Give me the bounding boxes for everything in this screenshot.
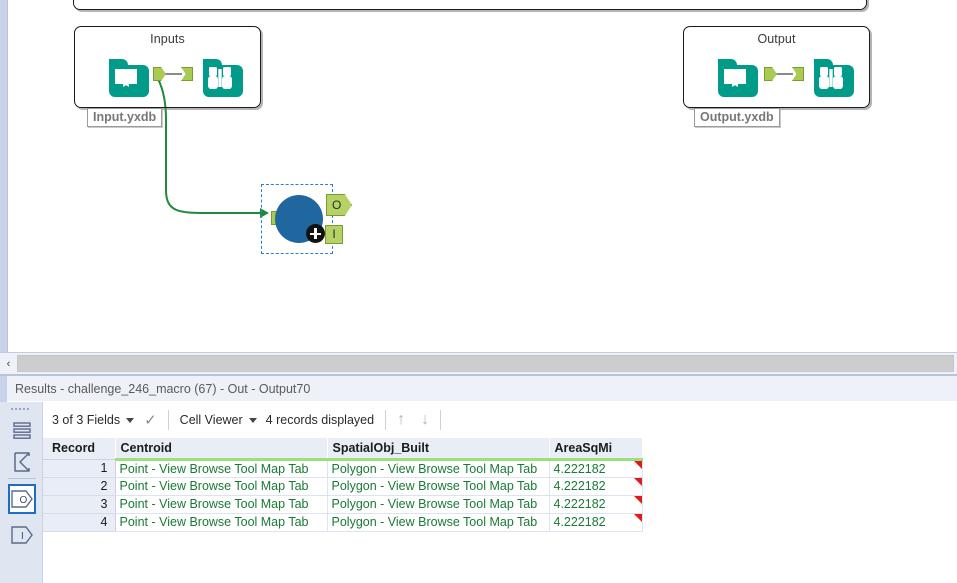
column-header-record[interactable]: Record [43, 438, 116, 460]
macro-plus-badge-icon [306, 224, 325, 243]
cell-record: 2 [43, 477, 116, 496]
results-table: Record Centroid SpatialObj_Built AreaSqM… [43, 438, 643, 532]
rows-icon [13, 422, 31, 439]
results-pane: Results - challenge_246_macro (67) - Out… [0, 374, 957, 583]
svg-text:I: I [21, 531, 24, 542]
input-anchor-icon: I [11, 526, 33, 544]
tool-container-inputs[interactable]: Inputs [74, 26, 261, 108]
cell-flag-icon [633, 460, 641, 469]
results-side-strip: O I [0, 402, 43, 583]
sidebar-item-input-anchor[interactable]: I [8, 520, 36, 550]
table-row[interactable]: 2 Point - View Browse Tool Map Tab Polyg… [43, 477, 643, 496]
sidebar-item-messages[interactable] [8, 447, 36, 477]
cell-record: 4 [43, 513, 116, 532]
output-anchor-icon: O [11, 490, 33, 508]
cell-record: 3 [43, 495, 116, 514]
inputs-internal-connector-line [166, 73, 182, 75]
cell-flag-icon [633, 513, 641, 522]
strip-divider [8, 478, 36, 479]
table-header-row: Record Centroid SpatialObj_Built AreaSqM… [43, 438, 643, 461]
canvas-left-rail [0, 0, 8, 352]
cell-viewer-selector[interactable]: Cell Viewer [180, 413, 257, 427]
cell-centroid[interactable]: Point - View Browse Tool Map Tab [115, 477, 328, 496]
cell-areasqmi[interactable]: 4.222182 [549, 477, 643, 496]
cell-viewer-label: Cell Viewer [179, 413, 243, 427]
macro-output-anchor-o[interactable]: O [326, 194, 352, 216]
output-tool-output-anchor[interactable] [764, 67, 777, 81]
column-header-spatialobj[interactable]: SpatialObj_Built [327, 438, 550, 461]
cell-spatialobj[interactable]: Polygon - View Browse Tool Map Tab [327, 459, 550, 478]
macro-output-anchor-i[interactable]: I [325, 225, 343, 244]
workflow-canvas[interactable]: Inputs Input.yxdb Output Output.yxdb O I [11, 0, 957, 352]
output-data-book-icon[interactable] [712, 51, 758, 97]
browse-binoculars-icon[interactable] [197, 51, 243, 97]
results-titlebar-accent [0, 375, 7, 402]
fields-selector-label: 3 of 3 Fields [52, 413, 121, 427]
scroll-left-icon[interactable]: ‹ [0, 352, 17, 375]
table-row[interactable]: 3 Point - View Browse Tool Map Tab Polyg… [43, 495, 643, 514]
records-displayed-label: 4 records displayed [265, 413, 375, 427]
records-displayed-status: 4 records displayed [266, 413, 374, 427]
svg-text:O: O [20, 495, 28, 506]
sigma-icon [14, 452, 30, 472]
input-output-anchor[interactable] [153, 67, 166, 81]
workflow-designer-window: Inputs Input.yxdb Output Output.yxdb O I… [0, 0, 957, 583]
output-file-annotation[interactable]: Output.yxdb [694, 108, 780, 127]
output-browse-binoculars-icon[interactable] [808, 51, 854, 97]
cell-spatialobj[interactable]: Polygon - View Browse Tool Map Tab [327, 477, 550, 496]
table-row[interactable]: 1 Point - View Browse Tool Map Tab Polyg… [43, 459, 643, 478]
cell-areasqmi-value: 4.222182 [553, 479, 606, 493]
tool-container-output-title: Output [757, 32, 796, 46]
results-data-grid[interactable]: Record Centroid SpatialObj_Built AreaSqM… [43, 438, 957, 583]
scroll-thumb[interactable] [17, 355, 954, 372]
toolbar-divider-2 [385, 410, 387, 430]
strip-drag-grip[interactable] [11, 407, 33, 411]
tool-container-inputs-title: Inputs [150, 32, 185, 46]
cell-spatialobj[interactable]: Polygon - View Browse Tool Map Tab [327, 513, 550, 532]
results-title: Results - challenge_246_macro (67) - Out… [15, 381, 311, 396]
cell-areasqmi[interactable]: 4.222182 [549, 513, 643, 532]
toolbar-divider-1 [167, 410, 169, 430]
canvas-horizontal-scrollbar[interactable]: ‹ [0, 352, 957, 375]
cell-record: 1 [43, 459, 116, 478]
chevron-down-icon[interactable] [126, 417, 135, 423]
column-header-areasqmi[interactable]: AreaSqMi [549, 438, 643, 461]
tool-container-top[interactable] [73, 0, 867, 10]
check-icon[interactable]: ✓ [144, 413, 157, 428]
tool-container-output[interactable]: Output [683, 26, 870, 108]
table-row[interactable]: 4 Point - View Browse Tool Map Tab Polyg… [43, 513, 643, 532]
results-titlebar: Results - challenge_246_macro (67) - Out… [0, 375, 957, 402]
toolbar-divider-3 [440, 410, 442, 430]
cell-centroid[interactable]: Point - View Browse Tool Map Tab [115, 459, 328, 478]
cell-flag-icon [633, 477, 641, 486]
cell-areasqmi-value: 4.222182 [553, 497, 606, 511]
cell-areasqmi-value: 4.222182 [553, 515, 606, 529]
cell-areasqmi-value: 4.222182 [553, 461, 606, 476]
output-browse-input-anchor[interactable] [792, 67, 804, 81]
sidebar-item-records[interactable] [8, 416, 36, 446]
fields-selector[interactable]: 3 of 3 Fields [52, 413, 135, 427]
cell-centroid[interactable]: Point - View Browse Tool Map Tab [115, 495, 328, 514]
cell-areasqmi[interactable]: 4.222182 [549, 495, 643, 514]
cell-centroid[interactable]: Point - View Browse Tool Map Tab [115, 513, 328, 532]
chevron-down-icon-2[interactable] [248, 417, 257, 423]
arrow-up-icon[interactable]: ↑ [397, 412, 405, 428]
input-file-annotation[interactable]: Input.yxdb [87, 108, 163, 127]
arrow-down-icon[interactable]: ↓ [421, 412, 429, 428]
results-toolbar: 3 of 3 Fields ✓ Cell Viewer 4 records di… [43, 402, 957, 438]
cell-flag-icon [633, 495, 641, 504]
cell-areasqmi[interactable]: 4.222182 [549, 459, 643, 478]
browse-input-anchor[interactable] [181, 67, 193, 81]
column-header-centroid[interactable]: Centroid [115, 438, 328, 461]
sidebar-item-output-anchor[interactable]: O [8, 484, 36, 514]
input-data-book-icon[interactable] [103, 51, 149, 97]
output-internal-connector-line [777, 73, 793, 75]
cell-spatialobj[interactable]: Polygon - View Browse Tool Map Tab [327, 495, 550, 514]
macro-tool-node[interactable]: O I [261, 184, 352, 254]
